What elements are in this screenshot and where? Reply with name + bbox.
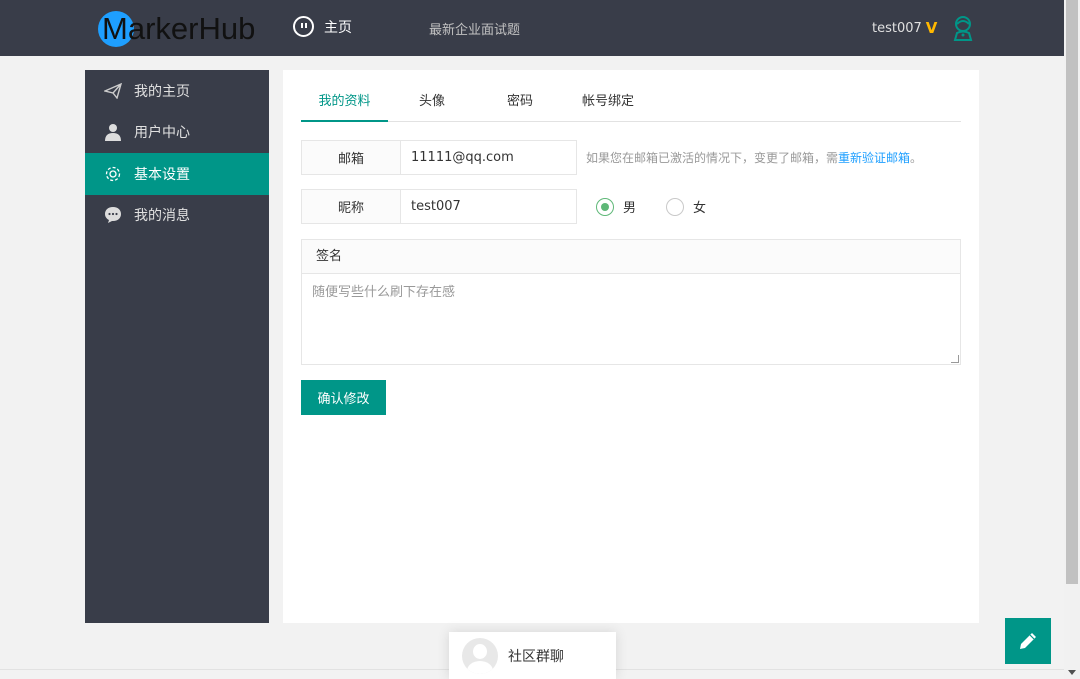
email-label: 邮箱 — [301, 140, 401, 175]
reverify-email-link[interactable]: 重新验证邮箱 — [838, 151, 910, 165]
chat-bubble-icon — [104, 206, 122, 224]
resize-grip-icon[interactable] — [951, 355, 959, 363]
signature-textarea[interactable] — [302, 274, 960, 364]
email-hint-text: 如果您在邮箱已激活的情况下，变更了邮箱，需 — [586, 151, 839, 165]
page-scrollbar[interactable] — [1064, 0, 1080, 679]
community-chat-label: 社区群聊 — [508, 648, 564, 665]
community-chat-button[interactable]: 社区群聊 — [449, 632, 616, 679]
settings-panel: 我的资料 头像 密码 帐号绑定 邮箱 如果您在邮箱已激活的情况下，变更了邮箱，需… — [283, 70, 979, 623]
tab-my-profile[interactable]: 我的资料 — [301, 84, 388, 122]
user-icon — [104, 123, 122, 142]
nickname-row: 昵称 — [301, 189, 577, 224]
gender-female-radio[interactable]: 女 — [666, 197, 706, 216]
sidebar-item-label: 我的主页 — [134, 83, 190, 100]
sidebar-item-label: 基本设置 — [134, 166, 190, 183]
scrollbar-thumb[interactable] — [1066, 0, 1078, 584]
tab-bar: 我的资料 头像 密码 帐号绑定 — [301, 84, 961, 122]
edit-post-button[interactable] — [1005, 618, 1051, 664]
sidebar-item-basic-settings[interactable]: 基本设置 — [85, 153, 269, 195]
user-name-label: test007 — [872, 20, 922, 36]
nav-home-label: 主页 — [324, 19, 352, 36]
gender-male-label: 男 — [623, 201, 637, 216]
chat-avatar-icon — [462, 637, 498, 674]
radio-checked-icon — [596, 197, 614, 216]
email-row: 邮箱 — [301, 140, 577, 175]
radio-unchecked-icon — [666, 197, 685, 216]
email-hint: 如果您在邮箱已激活的情况下，变更了邮箱，需重新验证邮箱。 — [586, 149, 922, 166]
email-hint-end: 。 — [910, 151, 923, 165]
nav-interview-link[interactable]: 最新企业面试题 — [429, 19, 520, 38]
vip-badge-icon: V — [925, 19, 938, 37]
confirm-button[interactable]: 确认修改 — [301, 380, 386, 415]
tab-avatar[interactable]: 头像 — [388, 84, 476, 122]
logo-text: MarkerHub — [102, 11, 256, 46]
email-field[interactable] — [401, 140, 577, 175]
sidebar-item-home[interactable]: 我的主页 — [85, 70, 269, 112]
sidebar-item-messages[interactable]: 我的消息 — [85, 195, 269, 237]
paper-plane-icon — [104, 82, 122, 100]
sidebar-item-label: 用户中心 — [134, 125, 190, 142]
nav-home-link[interactable]: 主页 — [293, 16, 352, 37]
nickname-field[interactable] — [401, 189, 577, 224]
gender-male-radio[interactable]: 男 — [596, 197, 636, 216]
scroll-down-icon[interactable] — [1068, 670, 1076, 675]
sidebar: 我的主页 用户中心 基本设置 我的消息 — [85, 70, 269, 623]
gear-icon — [104, 165, 122, 183]
home-icon — [293, 16, 314, 37]
top-header: MarkerHub 主页 最新企业面试题 test007 V — [0, 0, 1064, 56]
gender-radio-group: 男 女 — [596, 197, 706, 216]
tab-password[interactable]: 密码 — [476, 84, 564, 122]
user-menu[interactable]: test007 V — [872, 19, 937, 37]
nickname-label: 昵称 — [301, 189, 401, 224]
signature-box: 签名 — [301, 239, 961, 365]
sidebar-item-user-center[interactable]: 用户中心 — [85, 112, 269, 154]
sidebar-item-label: 我的消息 — [134, 208, 190, 225]
signature-label: 签名 — [302, 240, 960, 274]
user-avatar-icon[interactable] — [951, 15, 975, 41]
tab-account-binding[interactable]: 帐号绑定 — [564, 84, 652, 122]
pencil-icon — [1020, 633, 1036, 649]
gender-female-label: 女 — [693, 201, 707, 216]
